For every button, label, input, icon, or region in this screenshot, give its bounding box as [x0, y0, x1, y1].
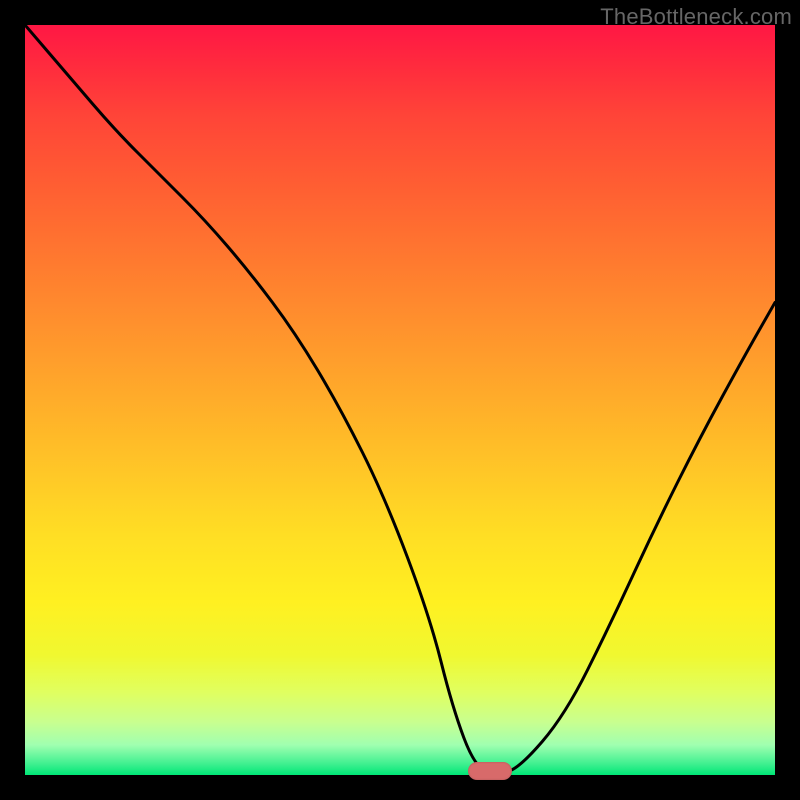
chart-frame	[25, 25, 775, 775]
bottleneck-curve	[25, 25, 775, 775]
optimal-marker	[468, 762, 512, 780]
plot-area	[25, 25, 775, 775]
watermark-text: TheBottleneck.com	[600, 4, 792, 30]
